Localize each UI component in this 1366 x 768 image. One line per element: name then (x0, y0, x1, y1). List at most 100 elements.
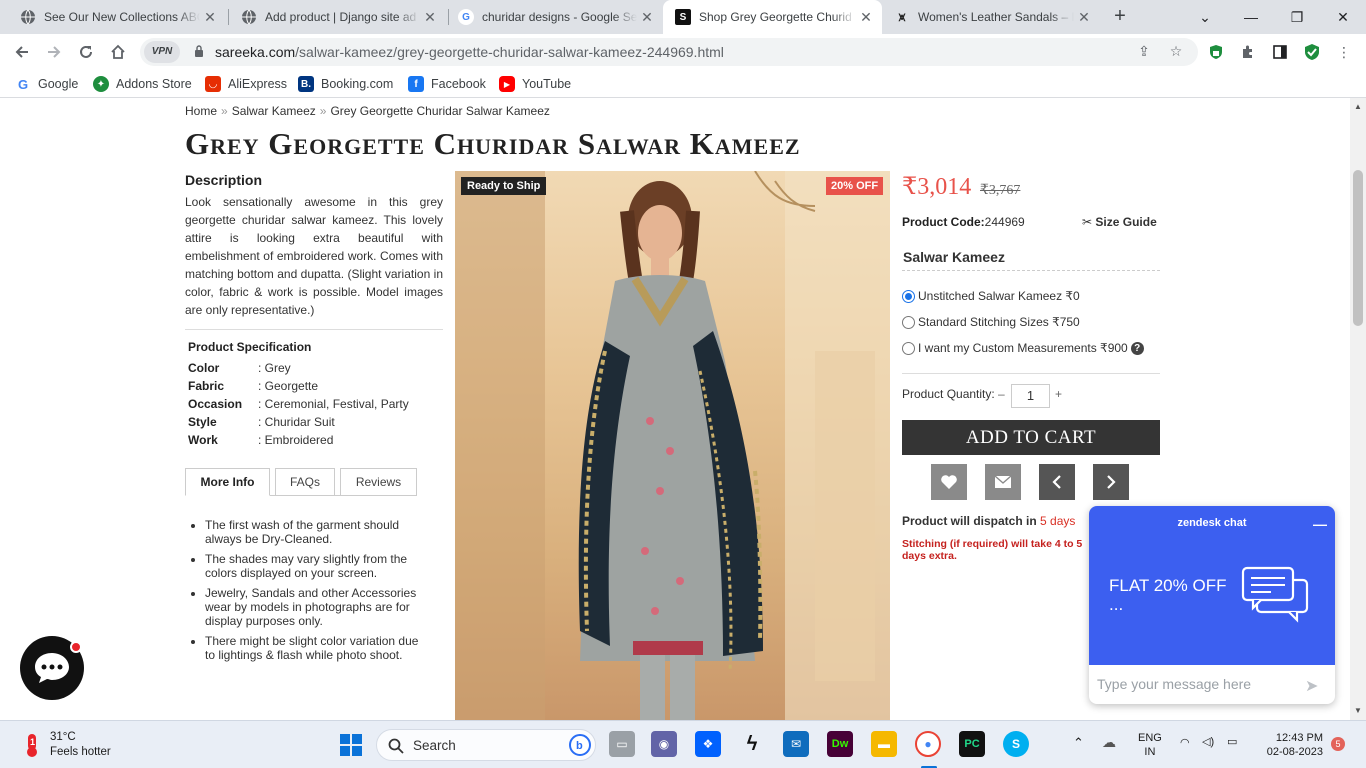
browser-tab-2[interactable]: Add product | Django site ad ✕ (229, 0, 446, 34)
quantity-decrement[interactable]: – (998, 387, 1005, 401)
tab-search-icon[interactable]: ⌄ (1182, 0, 1228, 34)
weather-cloud-icon[interactable]: ☁ (1102, 735, 1116, 749)
teams-chat-icon[interactable]: ◉ (651, 731, 677, 757)
menu-kebab-icon[interactable]: ⋮ (1335, 43, 1353, 61)
quantity-increment[interactable]: + (1055, 387, 1062, 401)
weather-thermometer-icon[interactable]: 1 (20, 732, 44, 761)
bookmark-star-icon[interactable]: ☆ (1167, 43, 1185, 61)
vpn-badge[interactable]: VPN (144, 41, 180, 63)
list-item: The shades may vary slightly from the co… (205, 552, 425, 580)
minimize-icon[interactable]: — (1228, 0, 1274, 34)
profile-shield-icon[interactable] (1303, 43, 1321, 61)
option-standard-stitching[interactable]: Standard Stitching Sizes ₹750 (902, 315, 1080, 329)
chrome-icon[interactable]: ● (915, 731, 941, 757)
radio-selected[interactable] (902, 289, 915, 303)
scroll-down-icon[interactable]: ▼ (1354, 706, 1362, 715)
restore-icon[interactable]: ❐ (1274, 0, 1320, 34)
page-scrollbar[interactable]: ▲ ▼ (1350, 98, 1366, 720)
product-code: Product Code:244969 (902, 215, 1025, 229)
close-window-icon[interactable]: ✕ (1320, 0, 1366, 34)
side-panel-icon[interactable] (1271, 43, 1289, 61)
bookmark-youtube[interactable]: ▶ YouTube (499, 76, 571, 92)
next-product-icon[interactable] (1093, 464, 1129, 500)
lightning-app-icon[interactable]: ϟ (739, 731, 765, 757)
notification-badge[interactable]: 5 (1331, 737, 1345, 751)
url-text[interactable]: sareeka.com/salwar-kameez/grey-georgette… (215, 44, 724, 60)
dropbox-icon[interactable]: ❖ (695, 731, 721, 757)
breadcrumb-home[interactable]: Home (185, 104, 217, 118)
bookmark-addons-store[interactable]: ✦ Addons Store (93, 76, 192, 92)
clock[interactable]: 12:43 PM 02-08-2023 (1259, 731, 1323, 759)
close-tab-icon[interactable]: ✕ (856, 9, 876, 26)
scroll-up-icon[interactable]: ▲ (1354, 102, 1362, 111)
battery-icon[interactable]: ▭ (1227, 735, 1237, 749)
quantity-input[interactable]: 1 (1011, 384, 1050, 408)
divider (902, 270, 1160, 271)
tab-more-info[interactable]: More Info (185, 468, 270, 496)
scroll-thumb[interactable] (1353, 170, 1363, 326)
share-icon[interactable]: ⇪ (1135, 43, 1153, 61)
address-bar[interactable]: VPN sareeka.com/salwar-kameez/grey-georg… (140, 38, 1198, 66)
breadcrumb-category[interactable]: Salwar Kameez (232, 104, 316, 118)
option-custom-measurements[interactable]: I want my Custom Measurements ₹900? (902, 341, 1144, 355)
wishlist-heart-icon[interactable] (931, 464, 967, 500)
product-image[interactable] (455, 171, 890, 720)
wifi-icon[interactable]: ◠ (1180, 736, 1190, 750)
bookmark-booking[interactable]: B. Booking.com (298, 76, 393, 92)
show-hidden-icons[interactable]: ⌃ (1073, 736, 1084, 750)
size-guide-link[interactable]: ✂ Size Guide (1082, 215, 1157, 229)
bookmark-aliexpress[interactable]: ◡ AliExpress (205, 76, 287, 92)
file-explorer-icon[interactable]: ▬ (871, 731, 897, 757)
chat-message-input[interactable]: Type your message here (1097, 676, 1251, 692)
lock-icon[interactable] (194, 45, 204, 57)
mail-icon[interactable]: ✉ (783, 731, 809, 757)
browser-tab-5[interactable]: ⩙ Women's Leather Sandals – F ✕ (882, 0, 1100, 34)
divider (902, 373, 1160, 374)
pycharm-icon[interactable]: PC (959, 731, 985, 757)
volume-icon[interactable]: ◁) (1202, 735, 1214, 749)
info-tabs: More Info FAQs Reviews (185, 468, 417, 496)
browser-toolbar: VPN sareeka.com/salwar-kameez/grey-georg… (0, 34, 1366, 70)
bookmarks-bar: G Google ✦ Addons Store ◡ AliExpress B. … (0, 70, 1366, 98)
windows-start-icon[interactable] (339, 733, 363, 760)
breadcrumb-current: Grey Georgette Churidar Salwar Kameez (330, 104, 550, 118)
option-unstitched[interactable]: Unstitched Salwar Kameez ₹0 (902, 289, 1080, 303)
extensions-puzzle-icon[interactable] (1239, 43, 1257, 61)
browser-tab-1[interactable]: See Our New Collections ABC ✕ (8, 0, 226, 34)
language-indicator[interactable]: ENG IN (1138, 731, 1162, 759)
home-icon[interactable] (106, 40, 130, 64)
bookmark-facebook[interactable]: f Facebook (408, 76, 486, 92)
add-to-cart-button[interactable]: ADD TO CART (902, 420, 1160, 455)
tab-faqs[interactable]: FAQs (275, 468, 335, 496)
quantity-label: Product Quantity: (902, 387, 995, 401)
radio[interactable] (902, 341, 915, 355)
weather-widget[interactable]: 31°C Feels hotter (50, 730, 111, 760)
help-icon[interactable]: ? (1130, 341, 1144, 355)
forward-icon[interactable] (42, 40, 66, 64)
description-text: Look sensationally awesome in this grey … (185, 195, 443, 317)
taskbar-search[interactable]: Search b (376, 729, 596, 761)
minimize-chat-icon[interactable]: — (1313, 516, 1327, 532)
tab-reviews[interactable]: Reviews (340, 468, 417, 496)
email-envelope-icon[interactable] (985, 464, 1021, 500)
previous-product-icon[interactable] (1039, 464, 1075, 500)
send-icon[interactable]: ➤ (1305, 676, 1318, 696)
bookmark-google[interactable]: G Google (15, 76, 78, 92)
browser-tab-3[interactable]: G churidar designs - Google Se ✕ (446, 0, 663, 34)
task-view-icon[interactable]: ▭ (609, 731, 635, 757)
close-tab-icon[interactable]: ✕ (1074, 9, 1094, 26)
new-tab-button[interactable]: + (1108, 5, 1132, 29)
reload-icon[interactable] (74, 40, 98, 64)
back-icon[interactable] (10, 40, 34, 64)
close-tab-icon[interactable]: ✕ (637, 9, 657, 26)
close-tab-icon[interactable]: ✕ (200, 9, 220, 26)
facebook-icon: f (408, 76, 424, 92)
radio[interactable] (902, 315, 915, 329)
page-title: Grey Georgette Churidar Salwar Kameez (185, 126, 801, 161)
close-tab-icon[interactable]: ✕ (420, 9, 440, 26)
specification-heading: Product Specification (188, 340, 312, 354)
skype-icon[interactable]: S (1003, 731, 1029, 757)
browser-tab-4-active[interactable]: S Shop Grey Georgette Churid ✕ (663, 0, 882, 34)
security-extension-icon[interactable] (1207, 43, 1225, 61)
dreamweaver-icon[interactable]: Dw (827, 731, 853, 757)
